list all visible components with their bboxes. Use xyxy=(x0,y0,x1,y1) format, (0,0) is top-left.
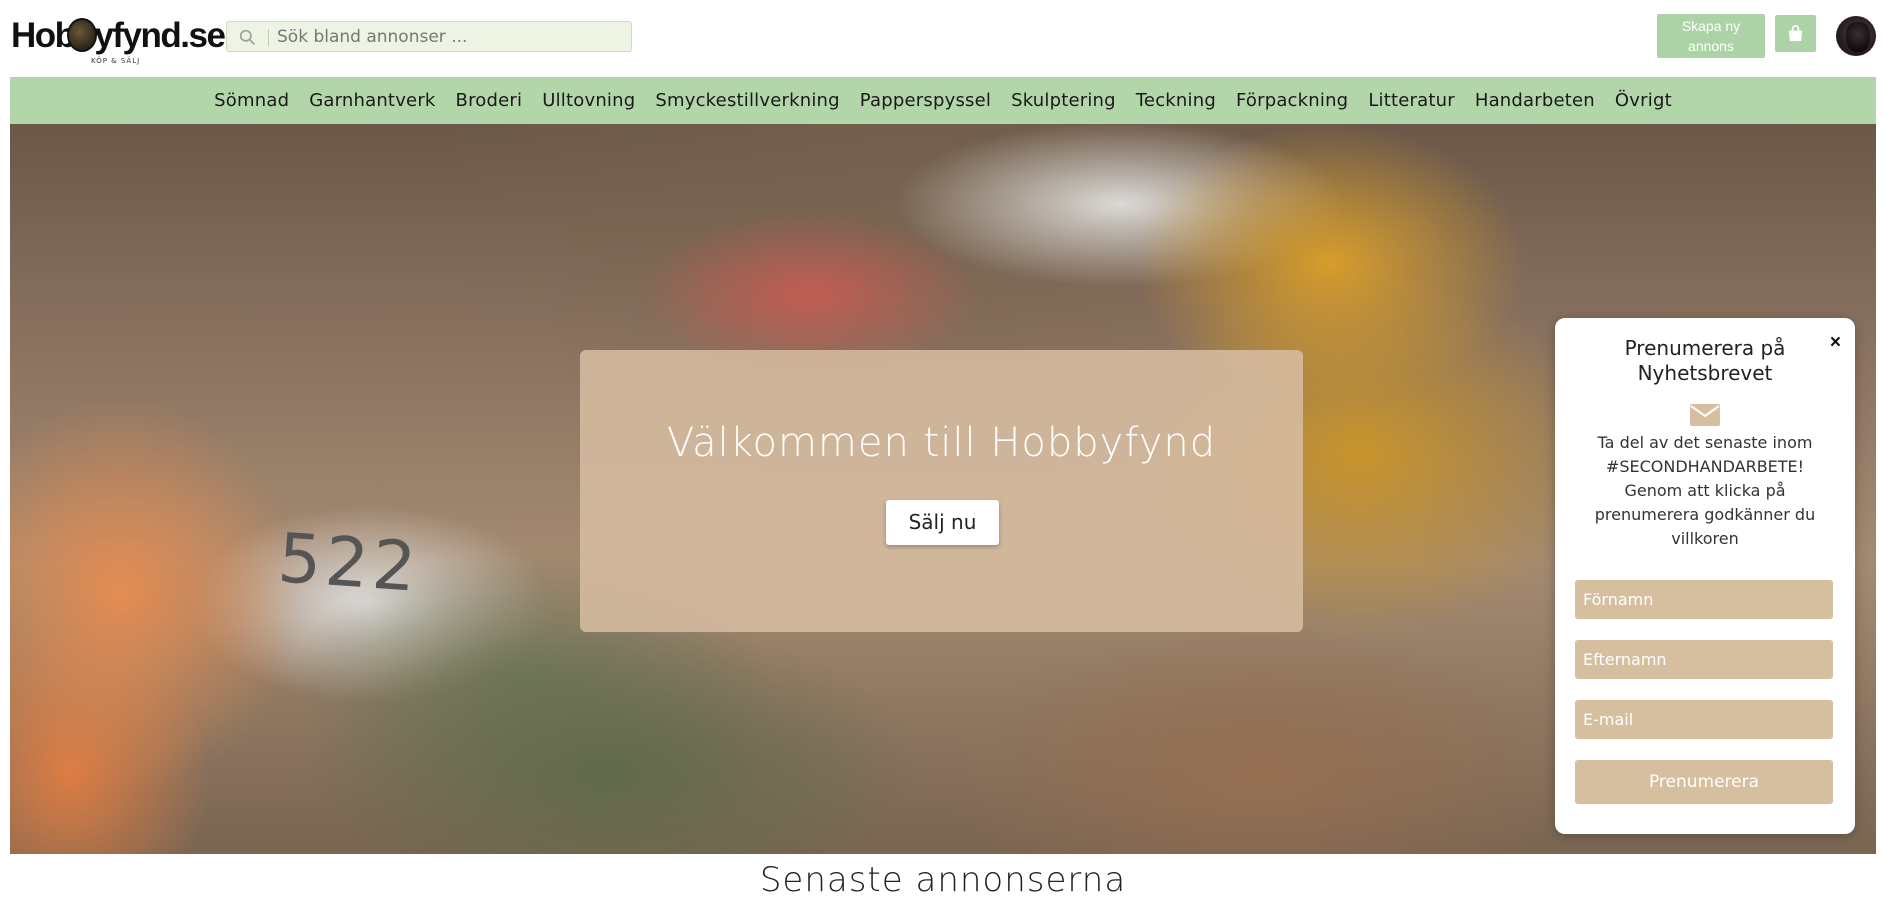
newsletter-description: Ta del av det senaste inom #SECONDHANDAR… xyxy=(1594,433,1816,548)
site-header: Hobbyfynd.se KÖP & SÄLJ Skapa ny annons xyxy=(0,0,1886,76)
nav-item-smyckestillverkning[interactable]: Smyckestillverkning xyxy=(655,90,839,111)
site-logo[interactable]: Hobbyfynd.se KÖP & SÄLJ xyxy=(11,14,226,70)
nav-item-broderi[interactable]: Broderi xyxy=(456,90,523,111)
first-name-field[interactable] xyxy=(1575,580,1833,619)
user-avatar[interactable] xyxy=(1836,16,1876,56)
create-ad-button[interactable]: Skapa ny annons xyxy=(1657,14,1765,58)
nav-item-somnad[interactable]: Sömnad xyxy=(214,90,289,111)
nav-item-papperspyssel[interactable]: Papperspyssel xyxy=(860,90,991,111)
spool-number: 522 xyxy=(275,519,423,608)
nav-item-forpackning[interactable]: Förpackning xyxy=(1236,90,1348,111)
latest-ads-heading: Senaste annonserna xyxy=(759,860,1127,900)
subscribe-button[interactable]: Prenumerera xyxy=(1575,760,1833,804)
nav-item-litteratur[interactable]: Litteratur xyxy=(1368,90,1455,111)
nav-item-ulltovning[interactable]: Ulltovning xyxy=(542,90,635,111)
newsletter-title: Prenumerera på Nyhetsbrevet xyxy=(1624,336,1786,385)
search-divider xyxy=(268,29,269,46)
search-input[interactable] xyxy=(277,24,622,50)
sell-now-button[interactable]: Sälj nu xyxy=(886,500,999,545)
envelope-icon xyxy=(1690,404,1720,426)
yarn-ball-icon xyxy=(67,18,97,52)
close-icon[interactable]: × xyxy=(1830,332,1841,354)
search-bar[interactable] xyxy=(226,21,632,52)
logo-text: Hobbyfynd.se xyxy=(11,16,226,55)
newsletter-popup: × Prenumerera på Nyhetsbrevet Ta del av … xyxy=(1555,318,1855,834)
hero-card: Välkommen till Hobbyfynd Sälj nu xyxy=(580,350,1303,632)
last-name-field[interactable] xyxy=(1575,640,1833,679)
hero-title: Välkommen till Hobbyfynd xyxy=(666,420,1217,466)
nav-item-ovrigt[interactable]: Övrigt xyxy=(1615,90,1672,111)
search-icon xyxy=(239,29,255,45)
category-nav: Sömnad Garnhantverk Broderi Ulltovning S… xyxy=(10,77,1876,124)
cart-button[interactable] xyxy=(1775,15,1816,52)
nav-item-skulptering[interactable]: Skulptering xyxy=(1011,90,1116,111)
nav-item-garnhantverk[interactable]: Garnhantverk xyxy=(309,90,435,111)
email-field[interactable] xyxy=(1575,700,1833,739)
shopping-bag-icon xyxy=(1788,25,1803,42)
nav-item-teckning[interactable]: Teckning xyxy=(1136,90,1216,111)
logo-tagline: KÖP & SÄLJ xyxy=(91,57,141,65)
nav-item-handarbeten[interactable]: Handarbeten xyxy=(1475,90,1595,111)
